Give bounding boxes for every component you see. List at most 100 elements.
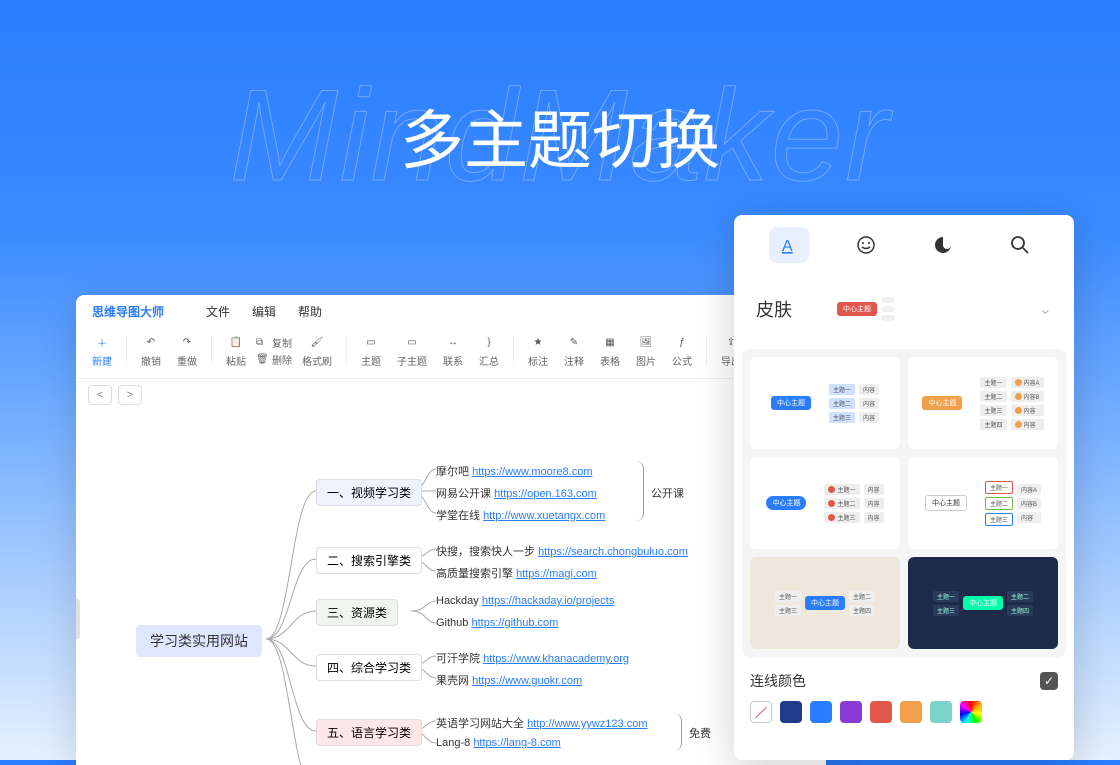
leaf-link[interactable]: https://magi.com xyxy=(516,568,597,580)
tool-delete[interactable]: 🗑删除 xyxy=(256,352,292,367)
marker-icon: ★ xyxy=(530,334,546,350)
leaf-link[interactable]: https://github.com xyxy=(471,617,558,629)
leaf-node[interactable]: Lang-8 https://lang-8.com xyxy=(436,737,561,749)
leaf-text: 网易公开课 xyxy=(436,488,494,500)
app-title: 思维导图大师 xyxy=(92,303,164,320)
tool-paste[interactable]: 📋 粘贴 xyxy=(220,332,252,370)
leaf-node[interactable]: 可汗学院 https://www.khanacademy.org xyxy=(436,650,629,666)
leaf-link[interactable]: https://www.guokr.com xyxy=(472,675,582,687)
leaf-node[interactable]: 学堂在线 http://www.xuetangx.com xyxy=(436,507,605,523)
root-node[interactable]: 学习类实用网站 xyxy=(136,625,262,657)
leaf-node[interactable]: 摩尔吧 https://www.moore8.com xyxy=(436,463,593,479)
tab-theme[interactable] xyxy=(923,227,963,263)
nav-forward[interactable]: > xyxy=(118,385,142,405)
color-swatch[interactable] xyxy=(870,701,892,723)
leaf-link[interactable]: https://www.khanacademy.org xyxy=(483,653,629,665)
leaf-node[interactable]: Hackday https://hackaday.io/projects xyxy=(436,595,614,607)
tool-format[interactable]: 🖌格式刷 xyxy=(296,332,338,370)
tool-note[interactable]: ✎注释 xyxy=(558,332,590,370)
leaf-link[interactable]: http://www.xuetangx.com xyxy=(483,510,605,522)
tool-subtopic[interactable]: ▭子主题 xyxy=(391,332,433,370)
leaf-node[interactable]: 高质量搜索引擎 https://magi.com xyxy=(436,565,597,581)
leaf-text: Hackday xyxy=(436,595,482,607)
color-swatch[interactable] xyxy=(960,701,982,723)
leaf-link[interactable]: https://hackaday.io/projects xyxy=(482,595,614,607)
nav-back[interactable]: < xyxy=(88,385,112,405)
tab-emoji[interactable] xyxy=(846,227,886,263)
leaf-link[interactable]: https://www.moore8.com xyxy=(472,466,592,478)
color-swatch[interactable] xyxy=(900,701,922,723)
p-t: 主题二 xyxy=(829,398,855,409)
paste-icon: 📋 xyxy=(228,334,244,350)
leaf-text: 高质量搜索引擎 xyxy=(436,568,516,580)
tool-undo[interactable]: ↶撤销 xyxy=(135,332,167,370)
preview-hub: 中心主题 xyxy=(837,302,877,316)
p-c: 内容 xyxy=(864,498,884,509)
left-edge-handle[interactable] xyxy=(76,599,80,639)
branch-node[interactable]: 二、搜索引擎类 xyxy=(316,547,422,574)
leaf-node[interactable]: 英语学习网站大全 http://www.yywz123.com xyxy=(436,715,648,731)
leaf-link[interactable]: https://lang-8.com xyxy=(473,737,560,749)
toolbar: ＋新建 ↶撤销 ↷重做 📋 粘贴 ⧉复制 🗑删除 🖌格式刷 ▭主题 ▭子主题 ↔联… xyxy=(76,328,826,379)
menu-edit[interactable]: 编辑 xyxy=(252,303,276,320)
tool-marker[interactable]: ★ 标注 xyxy=(522,332,554,370)
tool-relation[interactable]: ↔联系 xyxy=(437,332,469,370)
branch-node[interactable]: 三、资源类 xyxy=(316,599,398,626)
relation-icon: ↔ xyxy=(445,334,461,350)
leaf-text: Lang-8 xyxy=(436,737,473,749)
p-hub: 中心主题 xyxy=(963,596,1003,610)
tool-new-label: 新建 xyxy=(92,353,112,368)
tool-table-label: 表格 xyxy=(600,353,620,368)
color-swatch[interactable] xyxy=(840,701,862,723)
leaf-link[interactable]: http://www.yywz123.com xyxy=(527,718,647,730)
theme-card-rainbow[interactable]: 中心主题主题一主题二主题三内容A内容B内容 xyxy=(908,457,1058,549)
tool-copy-delete: ⧉复制 🗑删除 xyxy=(256,335,292,367)
leaf-node[interactable]: Github https://github.com xyxy=(436,617,558,629)
canvas[interactable]: 学习类实用网站 一、视频学习类摩尔吧 https://www.moore8.co… xyxy=(76,411,826,765)
branch-node[interactable]: 四、综合学习类 xyxy=(316,654,422,681)
menu-file[interactable]: 文件 xyxy=(206,303,230,320)
theme-card-numbered[interactable]: 中心主题主题一主题二主题三内容内容内容 xyxy=(750,457,900,549)
tool-copy-label: 复制 xyxy=(272,335,292,350)
menu-help[interactable]: 帮助 xyxy=(298,303,322,320)
theme-card-orange[interactable]: 中心主题主题一主题二主题三主题四内容A内容B内容内容 xyxy=(908,357,1058,449)
leaf-node[interactable]: 网易公开课 https://open.163.com xyxy=(436,485,597,501)
tool-paste-label: 粘贴 xyxy=(226,353,246,368)
tool-summary[interactable]: } 汇总 xyxy=(473,332,505,370)
color-swatch[interactable] xyxy=(750,701,772,723)
p-t: 主题三 xyxy=(980,405,1006,416)
p-t: 主题一 xyxy=(775,591,801,602)
tool-redo[interactable]: ↷重做 xyxy=(171,332,203,370)
tool-summary-label: 汇总 xyxy=(479,353,499,368)
tool-image[interactable]: 🖼图片 xyxy=(630,332,662,370)
color-swatch[interactable] xyxy=(810,701,832,723)
leaf-link[interactable]: https://search.chongbuluo.com xyxy=(538,546,688,558)
leaf-node[interactable]: 快搜，搜索快人一步 https://search.chongbuluo.com xyxy=(436,543,688,559)
tool-copy[interactable]: ⧉复制 xyxy=(256,335,292,350)
summary-icon: } xyxy=(481,334,497,350)
tool-marker-label: 标注 xyxy=(528,353,548,368)
summary-badge-1: 公开课 xyxy=(651,485,684,501)
branch-node[interactable]: 五、语言学习类 xyxy=(316,719,422,746)
leaf-link[interactable]: https://open.163.com xyxy=(494,488,597,500)
color-swatch[interactable] xyxy=(780,701,802,723)
skin-selector[interactable]: 皮肤 中心主题 ⌄ xyxy=(750,279,1058,339)
undo-icon: ↶ xyxy=(143,334,159,350)
theme-card-dark[interactable]: 主题一主题三中心主题主题二主题四 xyxy=(908,557,1058,649)
tool-new[interactable]: ＋新建 xyxy=(86,332,118,370)
tool-topic[interactable]: ▭主题 xyxy=(355,332,387,370)
table-icon: ▦ xyxy=(602,334,618,350)
tab-text-style[interactable]: A xyxy=(769,227,809,263)
tool-note-label: 注释 xyxy=(564,353,584,368)
line-color-toggle[interactable]: ✓ xyxy=(1040,672,1058,690)
tool-formula[interactable]: ƒ公式 xyxy=(666,332,698,370)
tool-table[interactable]: ▦ 表格 xyxy=(594,332,626,370)
branch-node[interactable]: 一、视频学习类 xyxy=(316,479,422,506)
color-swatch[interactable] xyxy=(930,701,952,723)
tool-redo-label: 重做 xyxy=(177,353,197,368)
theme-card-blue[interactable]: 中心主题主题一主题二主题三内容内容内容 xyxy=(750,357,900,449)
tab-search[interactable] xyxy=(1000,227,1040,263)
theme-card-beige[interactable]: 主题一主题三中心主题主题二主题四 xyxy=(750,557,900,649)
formula-icon: ƒ xyxy=(674,334,690,350)
leaf-node[interactable]: 果壳网 https://www.guokr.com xyxy=(436,672,582,688)
